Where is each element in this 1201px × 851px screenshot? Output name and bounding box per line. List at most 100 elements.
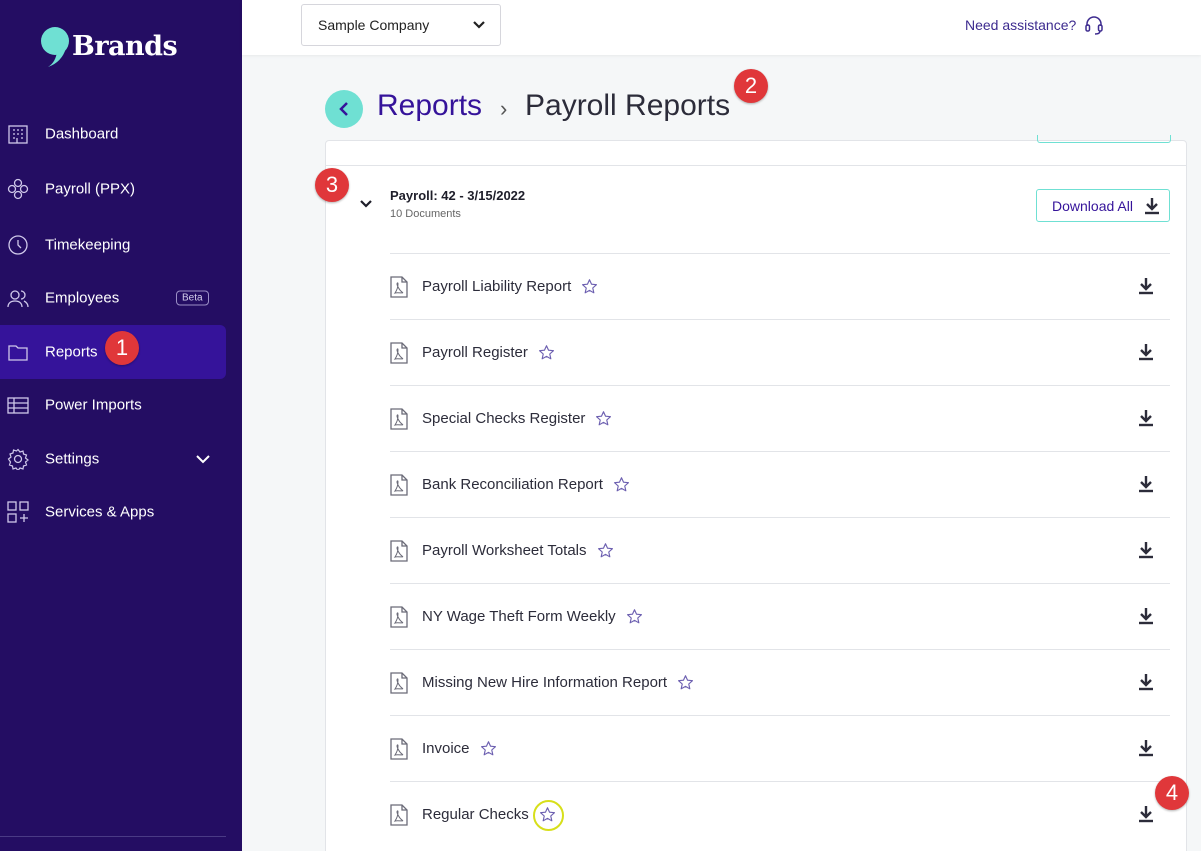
logo-mark-icon [41,27,69,67]
chevron-down-icon [473,21,485,29]
favorite-star-icon[interactable] [538,344,555,361]
chevron-down-icon[interactable] [195,454,211,464]
page-title: Payroll Reports [525,89,731,122]
sidebar-item-label: Employees [45,289,120,307]
document-name-wrap: Payroll Worksheet Totals [422,542,614,559]
document-row[interactable]: Special Checks Register [390,385,1170,451]
grid-plus-icon [7,501,29,523]
payroll-group-title: Payroll: 42 - 3/15/2022 [390,188,526,203]
sidebar-item-power-imports[interactable]: Power Imports [0,378,226,432]
sidebar-item-settings[interactable]: Settings [0,432,226,486]
document-row[interactable]: Bank Reconciliation Report [390,451,1170,517]
download-icon[interactable] [1138,409,1154,427]
document-row[interactable]: Payroll Register [390,319,1170,385]
sidebar-item-label: Services & Apps [45,503,155,521]
logo-text: Brands [72,30,178,62]
document-name[interactable]: Payroll Worksheet Totals [422,542,587,559]
sidebar-item-employees[interactable]: Employees Beta [0,271,226,325]
sidebar: Brands Dashboard Payroll (PPX) Timekeepi… [0,0,242,851]
brand-logo[interactable]: Brands [40,26,178,68]
favorite-star-icon[interactable] [597,542,614,559]
sidebar-item-services-apps[interactable]: Services & Apps [0,485,226,539]
pdf-file-icon [390,606,408,628]
download-icon[interactable] [1138,739,1154,757]
document-name[interactable]: Bank Reconciliation Report [422,476,603,493]
download-icon[interactable] [1138,277,1154,295]
pdf-file-icon [390,540,408,562]
download-icon[interactable] [1138,541,1154,559]
document-row[interactable]: Missing New Hire Information Report [390,649,1170,715]
download-icon[interactable] [1138,673,1154,691]
headset-icon [1085,16,1104,35]
chevron-left-icon [339,102,348,116]
download-icon[interactable] [1138,607,1154,625]
folder-icon [8,345,28,361]
sidebar-item-label: Reports [45,343,98,361]
sidebar-item-payroll[interactable]: Payroll (PPX) [0,162,226,216]
company-select-value: Sample Company [318,17,430,33]
chevron-down-icon[interactable] [359,199,373,209]
document-row[interactable]: Invoice [390,715,1170,781]
download-icon[interactable] [1138,343,1154,361]
top-bar: Sample Company Need assistance? [242,0,1201,55]
need-assistance-label: Need assistance? [965,17,1077,33]
document-name-wrap: NY Wage Theft Form Weekly [422,608,643,625]
document-name[interactable]: Invoice [422,740,470,757]
document-name-wrap: Payroll Liability Report [422,278,598,295]
favorite-star-icon[interactable] [581,278,598,295]
annotation-badge: 4 [1155,776,1189,810]
download-icon [1145,198,1159,215]
download-icon[interactable] [1138,805,1154,823]
sidebar-item-label: Timekeeping [45,236,131,254]
partial-button[interactable] [1037,135,1171,143]
document-name[interactable]: Payroll Register [422,344,528,361]
download-all-label: Download All [1052,198,1133,214]
breadcrumb-reports[interactable]: Reports [377,89,482,123]
sidebar-item-timekeeping[interactable]: Timekeeping [0,218,226,272]
pdf-file-icon [390,342,408,364]
sidebar-item-label: Settings [45,450,100,468]
document-row[interactable]: Payroll Liability Report [390,253,1170,319]
payroll-icon [7,178,29,200]
document-row[interactable]: Payroll Worksheet Totals [390,517,1170,583]
document-name[interactable]: Special Checks Register [422,410,585,427]
document-name-wrap: Payroll Register [422,344,555,361]
gear-icon [7,448,29,470]
users-icon [7,290,29,308]
favorite-star-icon[interactable] [677,674,694,691]
sidebar-divider [0,836,226,837]
document-count: 10 Documents [390,208,461,220]
favorite-star-icon[interactable] [626,608,643,625]
favorite-star-icon[interactable] [480,740,497,757]
download-all-button[interactable]: Download All [1036,189,1170,222]
sidebar-item-label: Dashboard [45,125,119,143]
favorite-star-icon[interactable] [532,800,564,831]
document-row[interactable]: Regular Checks [390,781,1170,847]
clock-icon [8,235,28,255]
favorite-star-icon[interactable] [613,476,630,493]
document-name[interactable]: Missing New Hire Information Report [422,674,667,691]
document-name-wrap: Missing New Hire Information Report [422,674,694,691]
document-row[interactable]: NY Wage Theft Form Weekly [390,583,1170,649]
divider [326,165,1186,166]
annotation-badge: 1 [105,331,139,365]
table-icon [7,397,29,414]
annotation-badge: 3 [315,168,349,202]
annotation-badge: 2 [734,69,768,103]
need-assistance-link[interactable]: Need assistance? [965,15,1104,35]
breadcrumb-separator: › [500,96,508,121]
beta-badge: Beta [176,290,209,306]
back-button[interactable] [325,90,363,128]
document-name[interactable]: NY Wage Theft Form Weekly [422,608,616,625]
sidebar-item-dashboard[interactable]: Dashboard [0,107,226,161]
download-icon[interactable] [1138,475,1154,493]
document-name-wrap: Bank Reconciliation Report [422,476,630,493]
building-icon [8,125,28,144]
document-name-wrap: Special Checks Register [422,410,612,427]
favorite-star-icon[interactable] [595,410,612,427]
pdf-file-icon [390,276,408,298]
document-name[interactable]: Payroll Liability Report [422,278,571,295]
document-name[interactable]: Regular Checks [422,806,529,823]
pdf-file-icon [390,408,408,430]
company-select[interactable]: Sample Company [301,4,501,46]
